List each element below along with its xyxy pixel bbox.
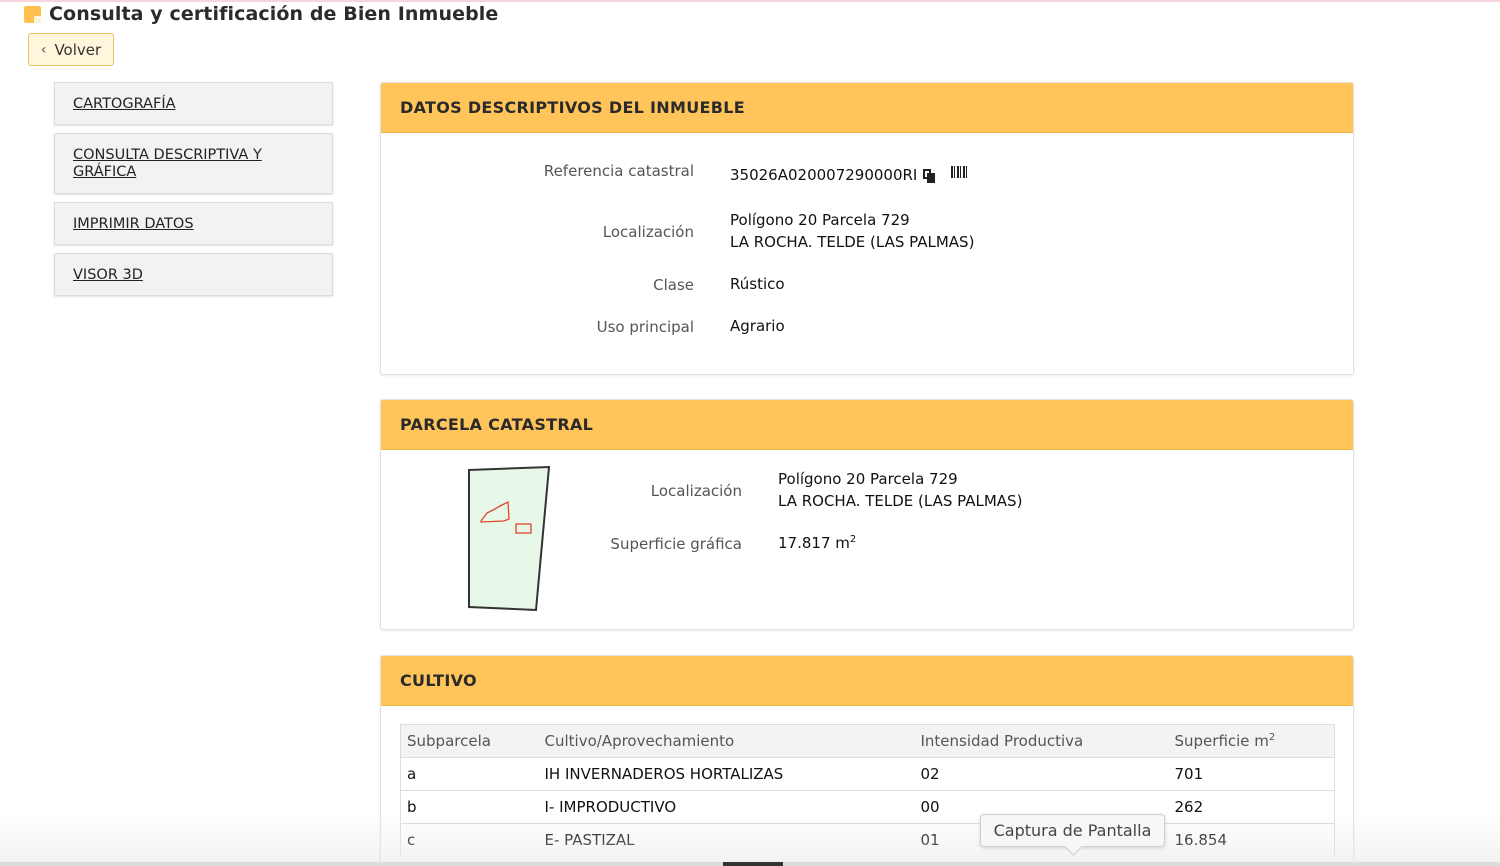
table-header-row: Subparcela Cultivo/Aprovechamiento Inten… (400, 724, 1335, 758)
superficie-number: 17.817 m (778, 534, 850, 552)
screenshot-tooltip: Captura de Pantalla (980, 814, 1165, 847)
barcode-icon[interactable] (951, 166, 968, 178)
copy-icon[interactable] (923, 169, 936, 183)
back-button-label: Volver (54, 40, 102, 59)
parcela-panel: PARCELA CATASTRAL Localización Polígono … (380, 399, 1354, 630)
parcela-loc-label: Localización (650, 482, 742, 500)
ref-value-row: 35026A020007290000RI (730, 164, 936, 186)
bottom-indicator (723, 862, 783, 866)
cell-cultivo: I- IMPRODUCTIVO (538, 790, 915, 824)
sidebar-item-visor-3d[interactable]: VISOR 3D (54, 253, 333, 296)
datos-panel-title: DATOS DESCRIPTIVOS DEL INMUEBLE (381, 83, 1353, 133)
cell-sub: a (400, 757, 539, 791)
chevron-left-icon: ‹ (40, 41, 47, 58)
col-superficie-exp: 2 (1268, 732, 1276, 743)
col-cultivo: Cultivo/Aprovechamiento (538, 724, 915, 758)
parcela-loc-value: Polígono 20 Parcela 729 LA ROCHA. TELDE … (778, 468, 1022, 512)
superficie-exp: 2 (849, 534, 857, 545)
ref-value: 35026A020007290000RI (730, 166, 918, 184)
clase-value: Rústico (730, 275, 785, 293)
cell-superficie: 262 (1168, 790, 1335, 824)
uso-label: Uso principal (596, 318, 694, 336)
cell-cultivo: IH INVERNADEROS HORTALIZAS (538, 757, 915, 791)
cell-cultivo: E- PASTIZAL (538, 823, 915, 856)
parcela-loc-line2: LA ROCHA. TELDE (LAS PALMAS) (778, 492, 1023, 510)
col-superficie: Superficie m2 (1168, 724, 1335, 758)
cultivo-panel-title: CULTIVO (381, 656, 1353, 706)
col-subparcela: Subparcela (400, 724, 539, 758)
loc-label: Localización (602, 223, 694, 241)
cell-intensidad: 02 (914, 757, 1169, 791)
superficie-label: Superficie gráfica (610, 535, 742, 553)
table-row: b I- IMPRODUCTIVO 00 262 (400, 790, 1335, 824)
datos-panel: DATOS DESCRIPTIVOS DEL INMUEBLE Referenc… (380, 82, 1354, 375)
clase-label: Clase (653, 276, 694, 294)
cell-superficie: 701 (1168, 757, 1335, 791)
page-title: Consulta y certificación de Bien Inmuebl… (49, 3, 499, 25)
table-row: a IH INVERNADEROS HORTALIZAS 02 701 (400, 757, 1335, 791)
page-header: Consulta y certificación de Bien Inmuebl… (24, 2, 498, 26)
col-superficie-label: Superficie m (1174, 732, 1269, 750)
col-intensidad: Intensidad Productiva (914, 724, 1169, 758)
cultivo-panel: CULTIVO Subparcela Cultivo/Aprovechamien… (380, 655, 1354, 866)
back-button[interactable]: ‹ Volver (28, 33, 114, 66)
loc-line2: LA ROCHA. TELDE (LAS PALMAS) (730, 233, 975, 251)
sidebar-item-imprimir[interactable]: IMPRIMIR DATOS (54, 202, 333, 245)
document-icon (24, 5, 41, 23)
ref-label: Referencia catastral (543, 162, 694, 180)
cell-superficie: 16.854 (1168, 823, 1335, 856)
cultivo-table: Subparcela Cultivo/Aprovechamiento Inten… (400, 724, 1335, 856)
uso-value: Agrario (730, 317, 785, 335)
loc-value: Polígono 20 Parcela 729 LA ROCHA. TELDE … (730, 209, 974, 253)
sidebar-item-cartografia[interactable]: CARTOGRAFÍA (54, 82, 333, 125)
parcela-panel-title: PARCELA CATASTRAL (381, 400, 1353, 450)
sidebar-item-consulta[interactable]: CONSULTA DESCRIPTIVA Y GRÁFICA (54, 133, 333, 194)
loc-line1: Polígono 20 Parcela 729 (730, 211, 910, 229)
superficie-value: 17.817 m2 (778, 532, 856, 554)
table-row: c E- PASTIZAL 01 16.854 (400, 823, 1335, 856)
sidebar: CARTOGRAFÍA CONSULTA DESCRIPTIVA Y GRÁFI… (54, 82, 333, 304)
parcela-loc-line1: Polígono 20 Parcela 729 (778, 470, 958, 488)
cell-sub: b (400, 790, 539, 824)
cell-sub: c (400, 823, 539, 856)
